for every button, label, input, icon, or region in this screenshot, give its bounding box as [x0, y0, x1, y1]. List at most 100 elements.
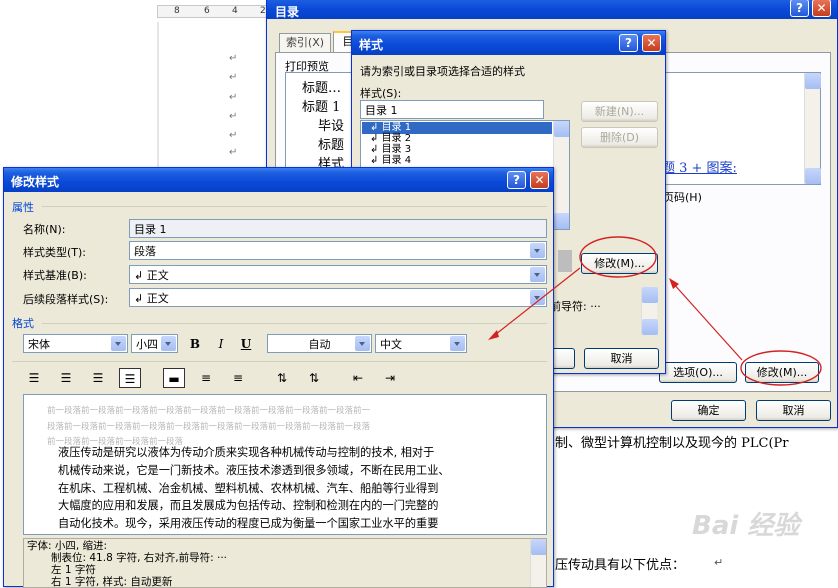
- decrease-indent-icon[interactable]: ⇤: [347, 368, 369, 388]
- increase-spacing-icon[interactable]: ⇅: [271, 368, 293, 388]
- single-spacing-icon[interactable]: ▬: [163, 368, 185, 388]
- italic-button[interactable]: I: [210, 334, 232, 354]
- help-icon[interactable]: ?: [790, 0, 809, 17]
- toolbar-divider: [12, 361, 547, 362]
- align-left-icon[interactable]: ☰: [23, 368, 45, 388]
- preview-sample-paragraph: 液压传动是研究以液体为传动介质来实现各种机械传动与控制的技术, 相对于 机械传动…: [58, 444, 450, 533]
- preview-gray-box: [558, 250, 572, 272]
- scroll-up-icon[interactable]: [805, 73, 821, 89]
- help-icon[interactable]: ?: [507, 171, 526, 189]
- toc-dialog-title: 目录: [275, 5, 300, 19]
- underline-button[interactable]: U: [235, 334, 257, 354]
- preview-text-line: 机械传动来说，它是一门新技术。液压技术渗透到很多领域，不断在民用工业、: [58, 463, 450, 477]
- scroll-down-icon[interactable]: [554, 213, 569, 229]
- style-cancel-button[interactable]: 取消: [584, 348, 659, 369]
- ok-button[interactable]: 确定: [671, 400, 746, 421]
- scroll-up-icon[interactable]: [531, 539, 546, 555]
- preview-text-line: 大幅度的应用和发展，而且发展成为包括传动、控制和检测在内的一门完整的: [58, 499, 439, 513]
- web-preview-scrollbar[interactable]: [804, 73, 821, 184]
- properties-group-label: 属性: [12, 201, 34, 214]
- description-line: 制表位: 41.8 字符, 右对齐,前导符: ···: [51, 552, 227, 564]
- preview-line: 标题…: [302, 81, 342, 96]
- based-on-select[interactable]: ↲ 正文: [129, 265, 547, 284]
- font-color-select[interactable]: 自动: [267, 334, 372, 353]
- body-text-line: 制、微型计算机控制以及现今的 PLC(Pr: [555, 436, 789, 451]
- name-input[interactable]: 目录 1: [129, 219, 547, 238]
- next-style-select[interactable]: ↲ 正文: [129, 288, 547, 307]
- chevron-down-icon[interactable]: [355, 336, 370, 351]
- style-dialog-title: 样式: [359, 38, 384, 52]
- double-spacing-icon[interactable]: ≡: [227, 368, 249, 388]
- description-line: 右 1 字符, 样式: 自动更新: [51, 576, 173, 588]
- scroll-down-icon[interactable]: [642, 319, 658, 335]
- preview-line: 毕设: [318, 119, 345, 134]
- paragraph-style-icon: ↲: [134, 292, 147, 305]
- preview-line: 标题 1: [302, 100, 341, 115]
- tab-index[interactable]: 索引(X): [279, 33, 331, 52]
- align-justify-icon[interactable]: ☰: [119, 368, 141, 388]
- bold-button[interactable]: B: [184, 334, 206, 354]
- description-scrollbar[interactable]: [530, 539, 546, 587]
- watermark-logo: Bai 经验: [692, 511, 800, 541]
- chevron-down-icon[interactable]: [530, 243, 545, 258]
- chevron-down-icon[interactable]: [161, 336, 176, 351]
- properties-divider: [42, 206, 547, 207]
- ruler-tick: 2: [260, 6, 266, 16]
- style-preview-box: 前一段落前一段落前一段落前一段落前一段落前一段落前一段落前一段落前一段落前一 段…: [23, 394, 547, 535]
- modify-dialog-titlebar: 修改样式: [4, 168, 553, 192]
- format-divider: [42, 323, 547, 324]
- chevron-down-icon[interactable]: [450, 336, 465, 351]
- preview-text-line: 自动化技术。现今，采用液压传动的程度已成为衡量一个国家工业水平的重要: [58, 517, 439, 531]
- page-edge: [157, 22, 159, 172]
- modify-dialog-title: 修改样式: [11, 175, 60, 189]
- style-type-select[interactable]: 段落: [129, 241, 547, 260]
- close-icon[interactable]: ✕: [812, 0, 831, 17]
- leader-text: 前导符: ···: [550, 300, 601, 313]
- web-preview-link[interactable]: 题 3 + 图案:: [662, 157, 737, 176]
- help-icon[interactable]: ?: [619, 34, 638, 52]
- style-modify-button[interactable]: 修改(M)...: [581, 253, 658, 274]
- increase-indent-icon[interactable]: ⇥: [379, 368, 401, 388]
- close-icon[interactable]: ✕: [530, 171, 549, 189]
- delete-style-button[interactable]: 删除(D): [581, 127, 658, 148]
- decrease-spacing-icon[interactable]: ⇅: [303, 368, 325, 388]
- preview-line: 标题: [318, 138, 345, 153]
- options-button[interactable]: 选项(O)...: [659, 362, 737, 383]
- font-select[interactable]: 宋体: [23, 334, 128, 353]
- name-label: 名称(N):: [23, 223, 66, 236]
- style-list-item[interactable]: ↲ 目录 4: [362, 155, 552, 166]
- one-half-spacing-icon[interactable]: ≡: [195, 368, 217, 388]
- preview-gray-line: 前一段落前一段落前一段落前一段落前一段落前一段落前一段落前一段落前一段落前一: [47, 406, 371, 416]
- preview-gray-line: 段落前一段落前一段落前一段落前一段落前一段落前一段落前一段落前一段落前一段落: [47, 421, 371, 432]
- toc-modify-button[interactable]: 修改(M)...: [745, 362, 819, 383]
- description-line: 字体: 小四, 缩进:: [27, 540, 108, 552]
- chevron-down-icon[interactable]: [111, 336, 126, 351]
- align-center-icon[interactable]: ☰: [55, 368, 77, 388]
- paragraph-mark: ↵: [714, 556, 724, 569]
- scroll-down-icon[interactable]: [805, 168, 821, 184]
- web-preview-box: 题 3 + 图案:: [662, 72, 821, 185]
- horizontal-ruler: 8 6 4 2: [157, 5, 272, 18]
- style-desc-scrollbar[interactable]: [641, 287, 658, 335]
- cancel-button[interactable]: 取消: [756, 400, 831, 421]
- chevron-down-icon[interactable]: [530, 290, 545, 305]
- close-icon[interactable]: ✕: [642, 34, 661, 52]
- description-line: 左 1 字符: [51, 564, 96, 576]
- new-style-button[interactable]: 新建(N)...: [581, 101, 658, 122]
- language-select[interactable]: 中文: [375, 334, 467, 353]
- modify-style-dialog: 修改样式 ? ✕ 属性 名称(N): 目录 1 样式类型(T): 段落 样式基准…: [3, 167, 554, 588]
- chevron-down-icon[interactable]: [530, 267, 545, 282]
- ruler-tick: 8: [174, 6, 180, 16]
- format-group-label: 格式: [12, 317, 34, 330]
- paragraph-mark: ↵: [229, 53, 238, 64]
- style-type-label: 样式类型(T):: [23, 246, 87, 259]
- align-right-icon[interactable]: ☰: [87, 368, 109, 388]
- preview-text-line: 在机床、工程机械、冶金机械、塑料机械、农林机械、汽车、船舶等行业得到: [58, 481, 439, 495]
- font-size-select[interactable]: 小四: [131, 334, 178, 353]
- ruler-tick: 6: [204, 6, 210, 16]
- page-number-checkbox-label[interactable]: 页码(H): [663, 189, 702, 205]
- scroll-up-icon[interactable]: [642, 287, 658, 303]
- scroll-up-icon[interactable]: [554, 121, 569, 137]
- style-list-scrollbar[interactable]: [553, 121, 569, 229]
- style-name-input[interactable]: 目录 1: [360, 100, 544, 119]
